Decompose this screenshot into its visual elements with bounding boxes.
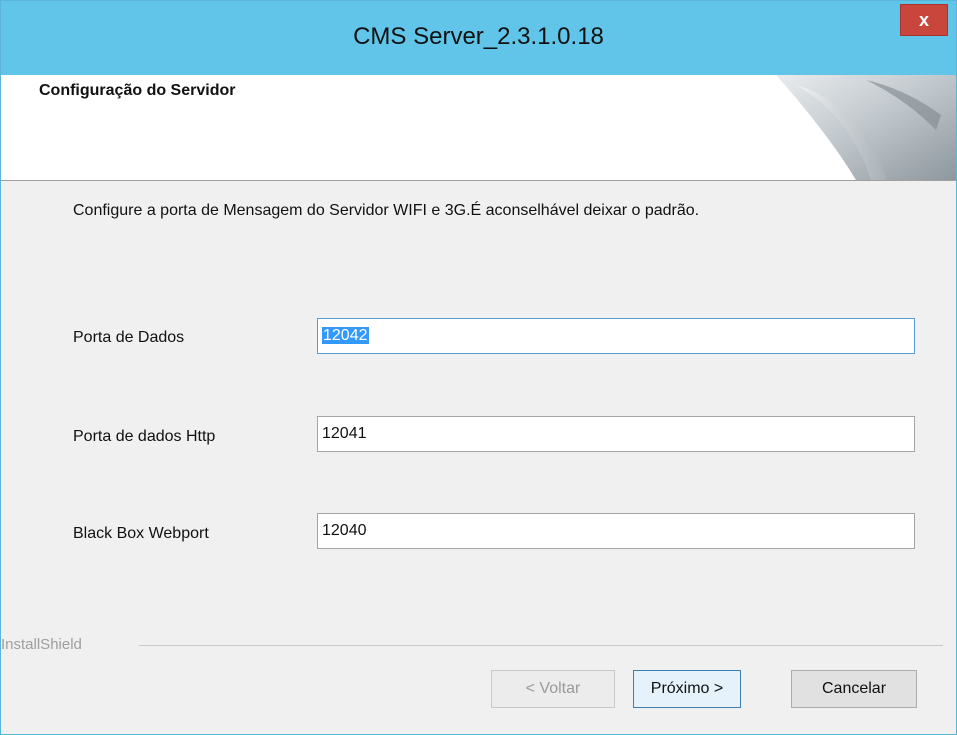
webport-value: 12040 [322,522,367,539]
webport-input[interactable]: 12040 [317,513,915,549]
footer-divider [139,645,943,646]
title-bar[interactable]: CMS Server_2.3.1.0.18 x [1,1,956,75]
http-port-input[interactable]: 12041 [317,416,915,452]
data-port-value: 12042 [322,327,369,344]
page-title: Configuração do Servidor [39,82,236,99]
back-button[interactable]: < Voltar [491,670,615,708]
http-port-label: Porta de dados Http [73,428,216,445]
installer-window: CMS Server_2.3.1.0.18 x Configuração do … [0,0,957,735]
installshield-brand: InstallShield [1,636,86,653]
http-port-value: 12041 [322,425,367,442]
webport-label: Black Box Webport [73,525,209,542]
close-button[interactable]: x [900,4,948,36]
instruction-text: Configure a porta de Mensagem do Servido… [73,202,700,219]
data-port-input[interactable]: 12042 [317,318,915,354]
next-button[interactable]: Próximo > [633,670,741,708]
page-curl-graphic [776,75,956,180]
header-panel: Configuração do Servidor [1,75,956,181]
data-port-label: Porta de Dados [73,329,185,346]
window-title: CMS Server_2.3.1.0.18 [353,23,604,50]
cancel-button[interactable]: Cancelar [791,670,917,708]
